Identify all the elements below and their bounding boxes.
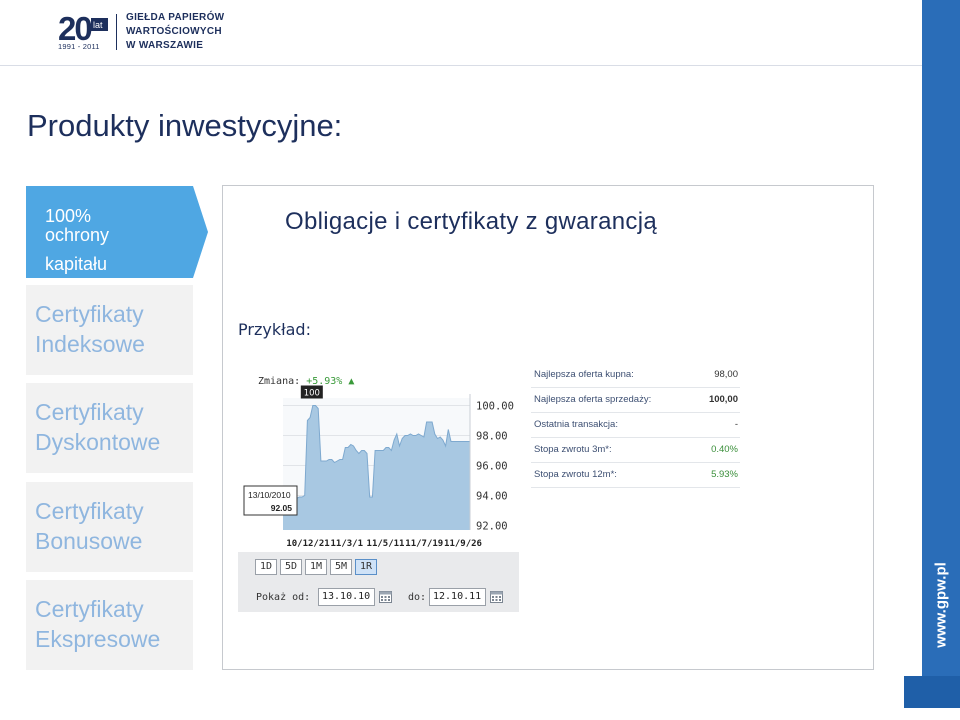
period-button-5m[interactable]: 5M: [330, 559, 352, 575]
org-name-line2: WARTOŚCIOWYCH: [126, 26, 222, 37]
y-tick-label: 96.00: [476, 461, 508, 473]
nav-item-line2: Ekspresowe: [35, 626, 161, 652]
page-title: Produkty inwestycyjne:: [27, 108, 343, 143]
offer-row-return-3m: Stopa zwrotu 3m*: 0.40%: [531, 439, 740, 463]
offer-label: Stopa zwrotu 3m*:: [534, 444, 612, 455]
start-tooltip-date: 13/10/2010: [248, 490, 291, 500]
offer-row-return-12m: Stopa zwrotu 12m*: 5.93%: [531, 464, 740, 488]
from-date-input[interactable]: 13.10.10: [318, 588, 375, 606]
nav-active-line3: kapitału: [45, 254, 108, 274]
offer-label: Stopa zwrotu 12m*:: [534, 469, 617, 480]
peak-marker-label: 100: [304, 389, 320, 399]
period-button-1r[interactable]: 1R: [355, 559, 377, 575]
offer-value: 5.93%: [711, 469, 738, 480]
nav-item-line1: Certyfikaty: [35, 596, 144, 622]
offer-value: 100,00: [708, 394, 738, 405]
nav-item-line2: Dyskontowe: [35, 429, 161, 455]
offer-row-best-ask: Najlepsza oferta sprzedaży: 100,00: [531, 389, 740, 413]
logo-years: 1991 - 2011: [58, 42, 100, 51]
nav-item-bonus-certificates[interactable]: Certyfikaty Bonusowe: [26, 482, 193, 572]
nav-item-discount-certificates[interactable]: Certyfikaty Dyskontowe: [26, 383, 193, 473]
y-tick-label: 100.00: [476, 401, 514, 413]
panel-title: Obligacje i certyfikaty z gwarancją: [285, 208, 657, 235]
x-tick-label: 11/7/19: [405, 539, 443, 549]
logo-badge: lat: [93, 20, 103, 30]
nav-active-line2: ochrony: [45, 225, 110, 245]
nav-item-express-certificates[interactable]: Certyfikaty Ekspresowe: [26, 580, 193, 670]
y-tick-label: 92.00: [476, 521, 508, 533]
calendar-icon[interactable]: [490, 590, 503, 603]
chart-controls: 1D 5D 1M 5M 1R Pokaż od: 13.10.10 do: 12…: [238, 552, 519, 612]
offer-label: Najlepsza oferta sprzedaży:: [534, 394, 652, 405]
to-date-input[interactable]: 12.10.11: [429, 588, 486, 606]
header: 20 lat 1991 - 2011 GIEŁDA PAPIERÓW WARTO…: [0, 0, 922, 66]
to-date-label: do:: [408, 592, 427, 603]
nav-item-capital-protection[interactable]: 100% ochrony kapitału: [26, 186, 208, 278]
nav-item-line1: Certyfikaty: [35, 399, 144, 425]
offers-table: Najlepsza oferta kupna: 98,00 Najlepsza …: [531, 364, 740, 488]
brand-corner-block: [904, 676, 960, 708]
period-button-1d[interactable]: 1D: [255, 559, 277, 575]
gpw-20-years-logo: 20 lat: [58, 12, 108, 42]
nav-active-line1: 100%: [45, 206, 92, 226]
logo-divider: [116, 14, 117, 50]
x-tick-label: 11/3/1: [330, 539, 363, 549]
start-tooltip-value: 92.05: [271, 503, 293, 513]
offer-label: Ostatnia transakcja:: [534, 419, 618, 430]
org-name-line1: GIEŁDA PAPIERÓW: [126, 12, 225, 23]
period-button-1m[interactable]: 1M: [305, 559, 327, 575]
nav-item-index-certificates[interactable]: Certyfikaty Indeksowe: [26, 285, 193, 375]
logo-number: 20: [58, 12, 91, 42]
offer-row-last-trade: Ostatnia transakcja: -: [531, 414, 740, 438]
offer-value: -: [734, 419, 738, 430]
from-date-label: Pokaż od:: [256, 592, 311, 603]
nav-item-line2: Bonusowe: [35, 528, 143, 554]
calendar-icon[interactable]: [379, 590, 392, 603]
org-name-line3: W WARSZAWIE: [126, 40, 204, 51]
x-tick-label: 11/5/11: [367, 539, 405, 549]
x-tick-label: 10/12/21: [286, 539, 329, 549]
period-button-5d[interactable]: 5D: [280, 559, 302, 575]
y-tick-label: 94.00: [476, 491, 508, 503]
example-label: Przykład:: [238, 320, 311, 339]
price-chart: 100.00 98.00 96.00 94.00 92.00 10/12/21 11/3/1…: [243, 385, 514, 549]
nav-item-line2: Indeksowe: [35, 331, 145, 357]
offer-row-best-bid: Najlepsza oferta kupna: 98,00: [531, 364, 740, 388]
gpw-url-label: www.gpw.pl: [932, 562, 950, 648]
offer-value: 98,00: [714, 369, 738, 380]
nav-item-line1: Certyfikaty: [35, 301, 144, 327]
offer-label: Najlepsza oferta kupna:: [534, 369, 634, 380]
y-tick-label: 98.00: [476, 431, 508, 443]
offer-value: 0.40%: [711, 444, 738, 455]
x-tick-label: 11/9/26: [444, 539, 482, 549]
nav-item-line1: Certyfikaty: [35, 498, 144, 524]
